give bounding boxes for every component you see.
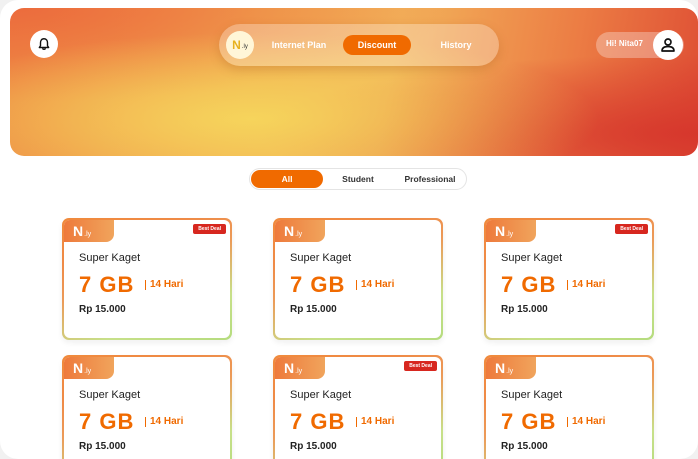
plan-title: Super Kaget xyxy=(79,252,141,264)
plan-title: Super Kaget xyxy=(290,389,352,401)
quota-divider xyxy=(567,280,568,290)
logo-letter: N xyxy=(232,38,241,52)
filter-all[interactable]: All xyxy=(251,170,323,188)
plan-duration: 14 Hari xyxy=(150,279,184,290)
card-brand-letter: N xyxy=(284,360,295,376)
plan-duration: 14 Hari xyxy=(572,416,606,427)
plan-price: Rp 15.000 xyxy=(290,441,337,452)
filter-student[interactable]: Student xyxy=(328,170,388,188)
app-frame: N .ly Internet Plan Discount History Hi!… xyxy=(0,0,698,459)
plan-price: Rp 15.000 xyxy=(501,304,548,315)
plan-quota: 7 GB xyxy=(501,272,557,297)
plan-quota: 7 GB xyxy=(290,409,346,434)
best-deal-badge: Best Deal xyxy=(404,361,437,371)
card-brand-suffix: .ly xyxy=(84,230,92,238)
card-brand-suffix: .ly xyxy=(295,230,303,238)
card-brand-suffix: .ly xyxy=(84,367,92,375)
plan-card[interactable]: N .ly Best Deal Super Kaget 7 GB 14 Hari… xyxy=(62,218,232,340)
best-deal-badge: Best Deal xyxy=(193,224,226,234)
plan-card-body: N .ly Super Kaget 7 GB 14 Hari Rp 15.000 xyxy=(486,357,652,459)
quota-divider xyxy=(145,280,146,290)
plan-quota: 7 GB xyxy=(79,409,135,434)
card-brand-tab: N .ly xyxy=(486,220,536,242)
plan-duration: 14 Hari xyxy=(361,416,395,427)
card-brand-letter: N xyxy=(73,360,84,376)
profile-button[interactable] xyxy=(653,30,683,60)
plan-card[interactable]: N .ly Super Kaget 7 GB 14 Hari Rp 15.000 xyxy=(273,218,443,340)
plan-card[interactable]: N .ly Super Kaget 7 GB 14 Hari Rp 15.000 xyxy=(62,355,232,459)
best-deal-badge: Best Deal xyxy=(615,224,648,234)
card-brand-letter: N xyxy=(284,223,295,239)
plan-card[interactable]: N .ly Best Deal Super Kaget 7 GB 14 Hari… xyxy=(273,355,443,459)
nav-history[interactable]: History xyxy=(429,35,483,55)
quota-divider xyxy=(145,417,146,427)
card-brand-suffix: .ly xyxy=(506,230,514,238)
filter-professional[interactable]: Professional xyxy=(394,170,466,188)
quota-divider xyxy=(567,417,568,427)
plan-card-body: N .ly Super Kaget 7 GB 14 Hari Rp 15.000 xyxy=(275,220,441,338)
plan-price: Rp 15.000 xyxy=(290,304,337,315)
plan-price: Rp 15.000 xyxy=(79,304,126,315)
notification-button[interactable] xyxy=(30,30,58,58)
nav-discount[interactable]: Discount xyxy=(343,35,411,55)
plan-price: Rp 15.000 xyxy=(79,441,126,452)
plan-title: Super Kaget xyxy=(290,252,352,264)
plan-price: Rp 15.000 xyxy=(501,441,548,452)
plan-title: Super Kaget xyxy=(501,389,563,401)
plan-quota: 7 GB xyxy=(290,272,346,297)
card-brand-letter: N xyxy=(495,223,506,239)
nav-internet-plan[interactable]: Internet Plan xyxy=(267,35,331,55)
plan-title: Super Kaget xyxy=(79,389,141,401)
user-greeting: Hi! Nita07 xyxy=(606,39,643,48)
card-brand-tab: N .ly xyxy=(275,220,325,242)
category-filter: All Student Professional xyxy=(249,168,467,190)
quota-divider xyxy=(356,280,357,290)
plan-card[interactable]: N .ly Super Kaget 7 GB 14 Hari Rp 15.000 xyxy=(484,355,654,459)
card-brand-tab: N .ly xyxy=(64,220,114,242)
card-brand-suffix: .ly xyxy=(506,367,514,375)
plan-title: Super Kaget xyxy=(501,252,563,264)
brand-logo[interactable]: N .ly xyxy=(226,31,254,59)
plan-card[interactable]: N .ly Best Deal Super Kaget 7 GB 14 Hari… xyxy=(484,218,654,340)
logo-suffix: .ly xyxy=(241,44,248,50)
main-nav: N .ly Internet Plan Discount History xyxy=(219,24,499,66)
card-brand-letter: N xyxy=(73,223,84,239)
plan-duration: 14 Hari xyxy=(361,279,395,290)
plan-card-body: N .ly Best Deal Super Kaget 7 GB 14 Hari… xyxy=(64,220,230,338)
plan-duration: 14 Hari xyxy=(572,279,606,290)
plan-card-body: N .ly Super Kaget 7 GB 14 Hari Rp 15.000 xyxy=(64,357,230,459)
bell-icon xyxy=(38,38,50,51)
card-brand-tab: N .ly xyxy=(64,357,114,379)
card-brand-suffix: .ly xyxy=(295,367,303,375)
card-brand-tab: N .ly xyxy=(486,357,536,379)
card-brand-letter: N xyxy=(495,360,506,376)
plan-quota: 7 GB xyxy=(79,272,135,297)
plan-card-body: N .ly Best Deal Super Kaget 7 GB 14 Hari… xyxy=(275,357,441,459)
quota-divider xyxy=(356,417,357,427)
plan-duration: 14 Hari xyxy=(150,416,184,427)
plan-card-body: N .ly Best Deal Super Kaget 7 GB 14 Hari… xyxy=(486,220,652,338)
card-brand-tab: N .ly xyxy=(275,357,325,379)
user-icon xyxy=(661,38,675,52)
plan-quota: 7 GB xyxy=(501,409,557,434)
